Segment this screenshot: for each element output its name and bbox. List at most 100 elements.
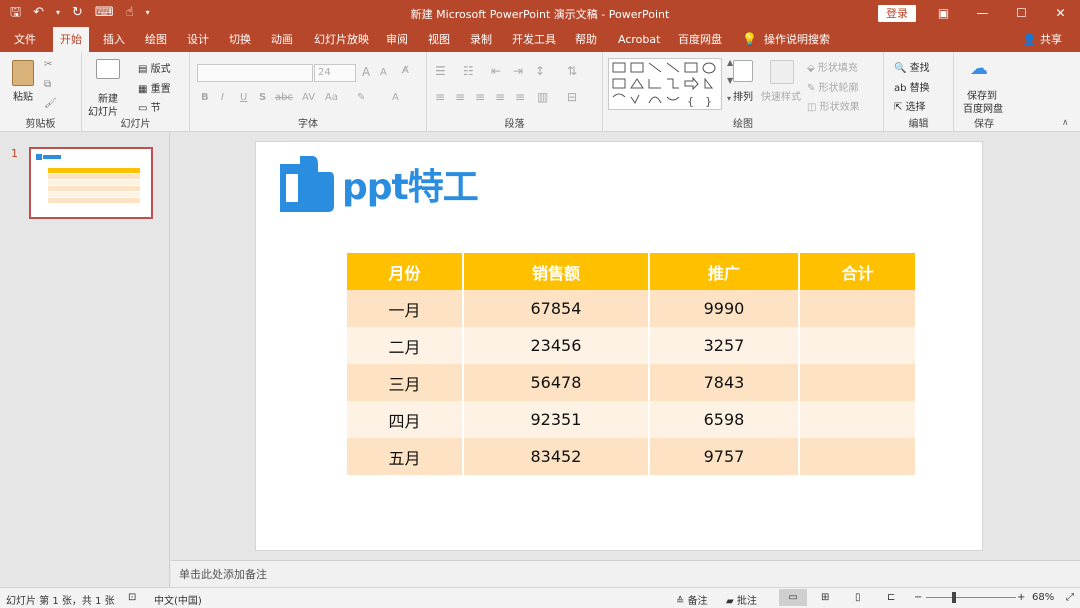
tab-design[interactable]: 设计 bbox=[187, 27, 209, 52]
cut-icon[interactable]: ✂ bbox=[44, 59, 52, 70]
paste-icon[interactable] bbox=[12, 60, 34, 86]
table-cell[interactable] bbox=[798, 327, 915, 364]
numbering-icon[interactable]: ☷ bbox=[463, 64, 474, 78]
slideshow-view-icon[interactable]: ⊏ bbox=[887, 592, 895, 603]
clear-format-icon[interactable]: A̸ bbox=[402, 65, 409, 76]
notes-toggle[interactable]: ≙ 备注 bbox=[676, 592, 708, 607]
table-cell[interactable]: 67854 bbox=[463, 290, 650, 327]
table-cell[interactable]: 6598 bbox=[648, 401, 800, 438]
header-month[interactable]: 月份 bbox=[347, 253, 464, 290]
line-spacing-icon[interactable]: ↕ bbox=[535, 64, 545, 78]
tab-review[interactable]: 审阅 bbox=[386, 27, 408, 52]
change-case-button[interactable]: Aa bbox=[325, 92, 338, 103]
table-cell[interactable]: 7843 bbox=[648, 364, 800, 401]
copy-icon[interactable]: ⧉ bbox=[44, 79, 51, 90]
align-left-icon[interactable]: ≡ bbox=[435, 90, 445, 104]
columns-icon[interactable]: ▥ bbox=[537, 90, 548, 104]
table-cell[interactable] bbox=[798, 401, 915, 438]
quick-styles-icon[interactable] bbox=[770, 60, 794, 84]
font-name-combo[interactable] bbox=[197, 64, 313, 82]
save-to-baidu-label-2[interactable]: 百度网盘 bbox=[963, 100, 1003, 115]
table-cell[interactable]: 83452 bbox=[463, 438, 650, 475]
tab-view[interactable]: 视图 bbox=[428, 27, 450, 52]
tab-home[interactable]: 开始 bbox=[53, 27, 89, 52]
shrink-font-icon[interactable]: A bbox=[380, 67, 387, 78]
fit-to-window-icon[interactable]: ⤢ bbox=[1066, 592, 1074, 603]
bullets-icon[interactable]: ☰ bbox=[435, 64, 446, 78]
highlight-icon[interactable]: ✎ bbox=[357, 92, 365, 103]
table-cell[interactable]: 23456 bbox=[463, 327, 650, 364]
grow-font-icon[interactable]: A bbox=[362, 65, 370, 79]
justify-icon[interactable]: ≡ bbox=[495, 90, 505, 104]
slide-sorter-icon[interactable]: ⊞ bbox=[821, 592, 829, 603]
layout-button[interactable]: ▤ 版式 bbox=[138, 60, 171, 75]
vertical-scrollbar[interactable] bbox=[1066, 132, 1080, 587]
slide-canvas[interactable]: ppt特工 月份 销售额 推广 合计 一月 67854 9990 二月 2345… bbox=[255, 141, 983, 551]
char-spacing-button[interactable]: AV bbox=[302, 92, 315, 103]
replace-button[interactable]: ab 替换 bbox=[894, 79, 930, 94]
login-button[interactable]: 登录 bbox=[878, 5, 916, 22]
collapse-ribbon-icon[interactable]: ∧ bbox=[1062, 118, 1069, 128]
header-total[interactable]: 合计 bbox=[798, 253, 915, 290]
ribbon-display-options-icon[interactable]: ▣ bbox=[924, 0, 963, 27]
select-button[interactable]: ⇱ 选择 bbox=[894, 98, 926, 113]
zoom-out-button[interactable]: − bbox=[914, 592, 922, 603]
table-cell[interactable]: 3257 bbox=[648, 327, 800, 364]
tab-transitions[interactable]: 切换 bbox=[229, 27, 251, 52]
section-button[interactable]: ▭ 节 bbox=[138, 99, 161, 114]
tab-insert[interactable]: 插入 bbox=[103, 27, 125, 52]
close-button[interactable]: ✕ bbox=[1041, 0, 1080, 27]
shape-fill-button[interactable]: ⬙ 形状填充 bbox=[807, 59, 858, 74]
shadow-button[interactable]: S bbox=[259, 92, 266, 103]
table-cell[interactable]: 9990 bbox=[648, 290, 800, 327]
table-cell[interactable]: 56478 bbox=[463, 364, 650, 401]
table-cell[interactable] bbox=[798, 290, 915, 327]
tab-developer[interactable]: 开发工具 bbox=[512, 27, 556, 52]
strikethrough-button[interactable]: abc bbox=[275, 92, 293, 103]
table-cell[interactable]: 92351 bbox=[463, 401, 650, 438]
decrease-indent-icon[interactable]: ⇤ bbox=[491, 64, 501, 78]
accessibility-icon[interactable]: ⊡ bbox=[128, 592, 136, 603]
underline-button[interactable]: U bbox=[240, 92, 247, 103]
minimize-button[interactable]: — bbox=[963, 0, 1002, 27]
increase-indent-icon[interactable]: ⇥ bbox=[513, 64, 523, 78]
bold-button[interactable]: B bbox=[201, 92, 209, 103]
arrange-icon[interactable] bbox=[733, 60, 753, 82]
shapes-gallery[interactable]: { } bbox=[608, 58, 722, 110]
paste-label[interactable]: 粘贴 bbox=[13, 88, 33, 103]
arrange-label[interactable]: 排列 bbox=[733, 88, 753, 103]
table-cell[interactable]: 9757 bbox=[648, 438, 800, 475]
new-slide-icon[interactable] bbox=[96, 59, 120, 79]
header-sales[interactable]: 销售额 bbox=[463, 253, 650, 290]
language-indicator[interactable]: 中文(中国) bbox=[154, 592, 202, 607]
align-text-icon[interactable]: ⊟ bbox=[567, 90, 577, 104]
comments-toggle[interactable]: ▰ 批注 bbox=[726, 592, 757, 607]
tab-slideshow[interactable]: 幻灯片放映 bbox=[314, 27, 369, 52]
table-cell[interactable] bbox=[798, 438, 915, 475]
maximize-button[interactable]: ☐ bbox=[1002, 0, 1041, 27]
font-color-button[interactable]: A bbox=[392, 92, 399, 103]
zoom-in-button[interactable]: + bbox=[1017, 592, 1025, 603]
shape-effects-button[interactable]: ◫ 形状效果 bbox=[807, 98, 860, 113]
sales-table[interactable]: 月份 销售额 推广 合计 一月 67854 9990 二月 23456 3257… bbox=[347, 253, 915, 475]
tab-record[interactable]: 录制 bbox=[470, 27, 492, 52]
tab-acrobat[interactable]: Acrobat bbox=[618, 27, 660, 52]
table-cell[interactable]: 一月 bbox=[347, 290, 464, 327]
font-size-combo[interactable]: 24 bbox=[314, 64, 356, 82]
table-cell[interactable] bbox=[798, 364, 915, 401]
tell-me-search[interactable]: 操作说明搜索 bbox=[764, 27, 830, 52]
table-cell[interactable]: 二月 bbox=[347, 327, 464, 364]
tab-file[interactable]: 文件 bbox=[14, 27, 36, 52]
zoom-level[interactable]: 68% bbox=[1032, 592, 1054, 603]
shape-outline-button[interactable]: ✎ 形状轮廓 bbox=[807, 79, 859, 94]
notes-pane[interactable]: 单击此处添加备注 bbox=[171, 560, 1080, 587]
align-right-icon[interactable]: ≡ bbox=[475, 90, 485, 104]
find-button[interactable]: 🔍 查找 bbox=[894, 59, 930, 74]
zoom-slider-track[interactable] bbox=[926, 597, 1016, 598]
distributed-icon[interactable]: ≡ bbox=[515, 90, 525, 104]
table-cell[interactable]: 三月 bbox=[347, 364, 464, 401]
format-painter-icon[interactable]: 🖌 bbox=[44, 98, 57, 109]
share-button[interactable]: 👤 共享 bbox=[1023, 27, 1062, 52]
table-cell[interactable]: 五月 bbox=[347, 438, 464, 475]
slide-thumbnail[interactable] bbox=[29, 147, 153, 219]
